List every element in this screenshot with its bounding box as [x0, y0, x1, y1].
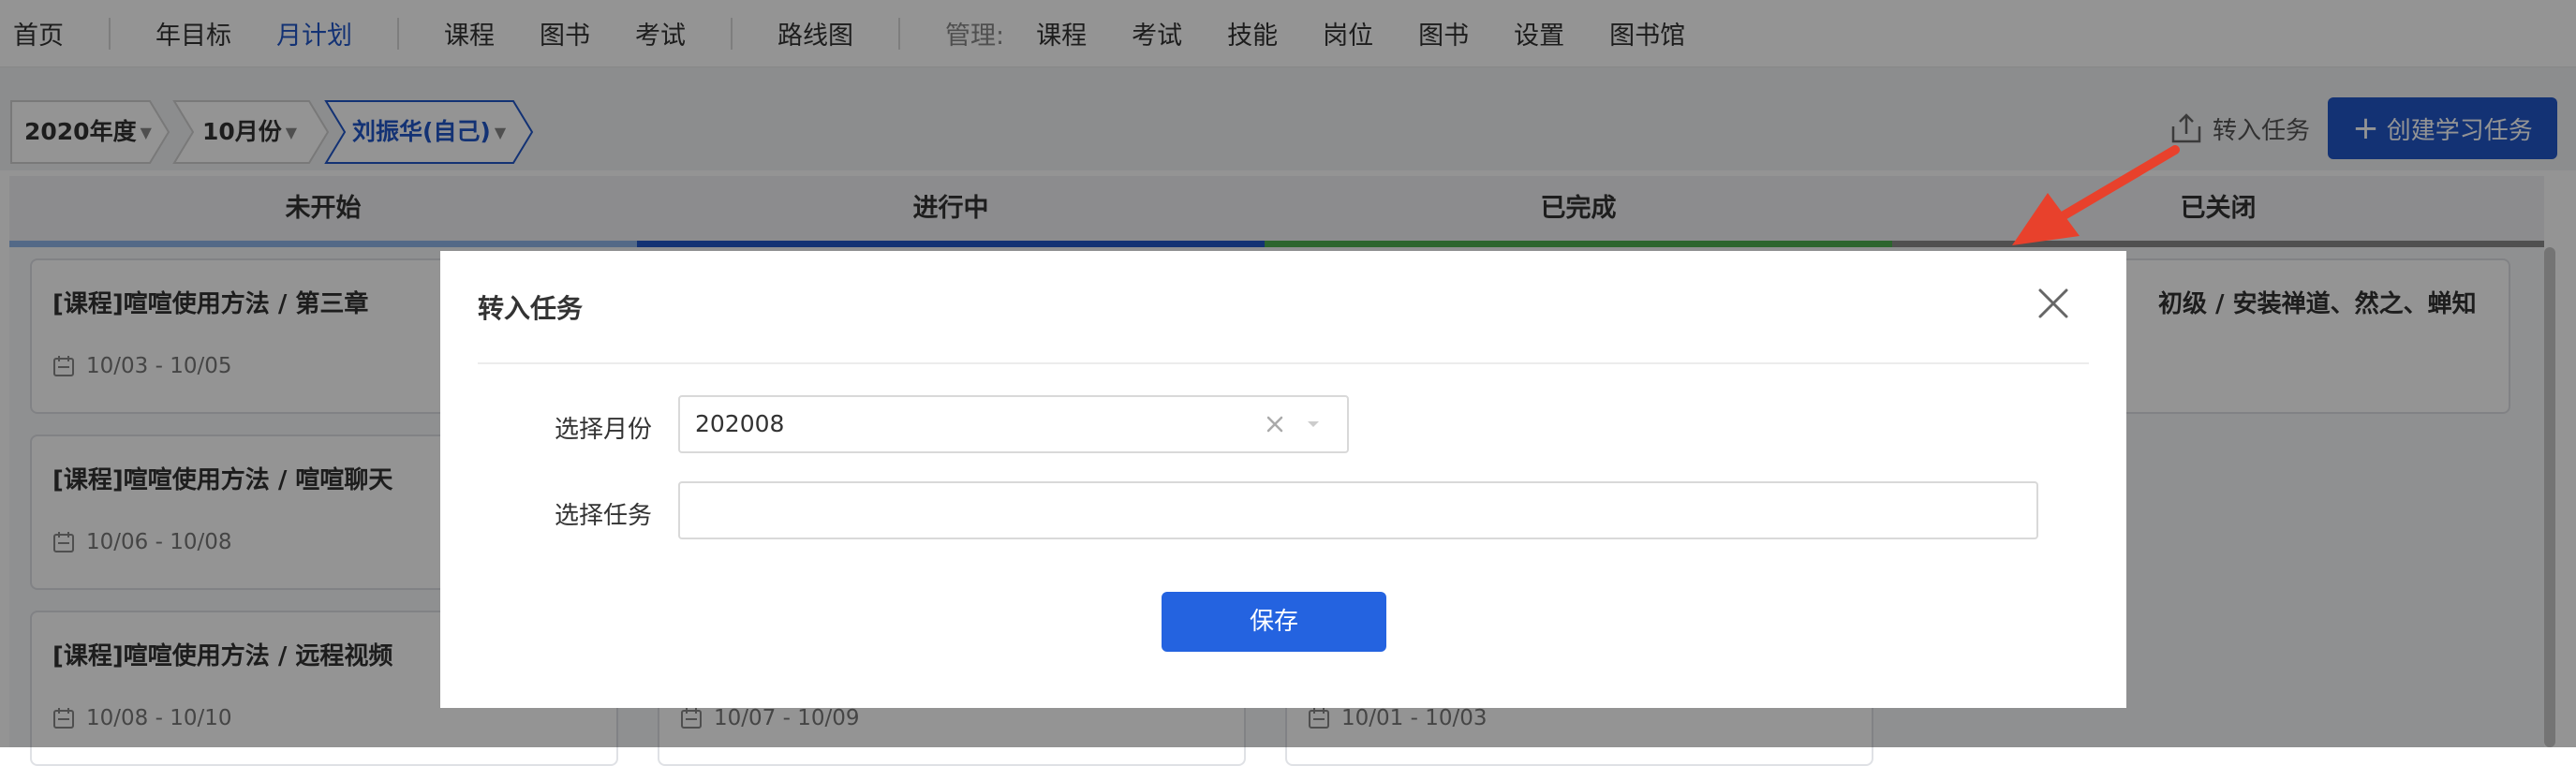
task-select-input[interactable] [678, 481, 2038, 539]
month-select[interactable]: 202008 [678, 395, 1349, 453]
chevron-down-icon [1308, 421, 1319, 427]
dialog-title: 转入任务 [478, 293, 584, 324]
clear-icon[interactable] [1261, 410, 1289, 438]
task-select-label: 选择任务 [555, 502, 653, 530]
close-icon[interactable] [2033, 283, 2074, 324]
month-select-value: 202008 [695, 410, 785, 437]
import-task-dialog: 转入任务 选择月份 202008 选择任务 保存 [440, 251, 2126, 708]
month-select-label: 选择月份 [555, 416, 653, 444]
dialog-divider [478, 362, 2089, 364]
save-button[interactable]: 保存 [1162, 592, 1386, 652]
